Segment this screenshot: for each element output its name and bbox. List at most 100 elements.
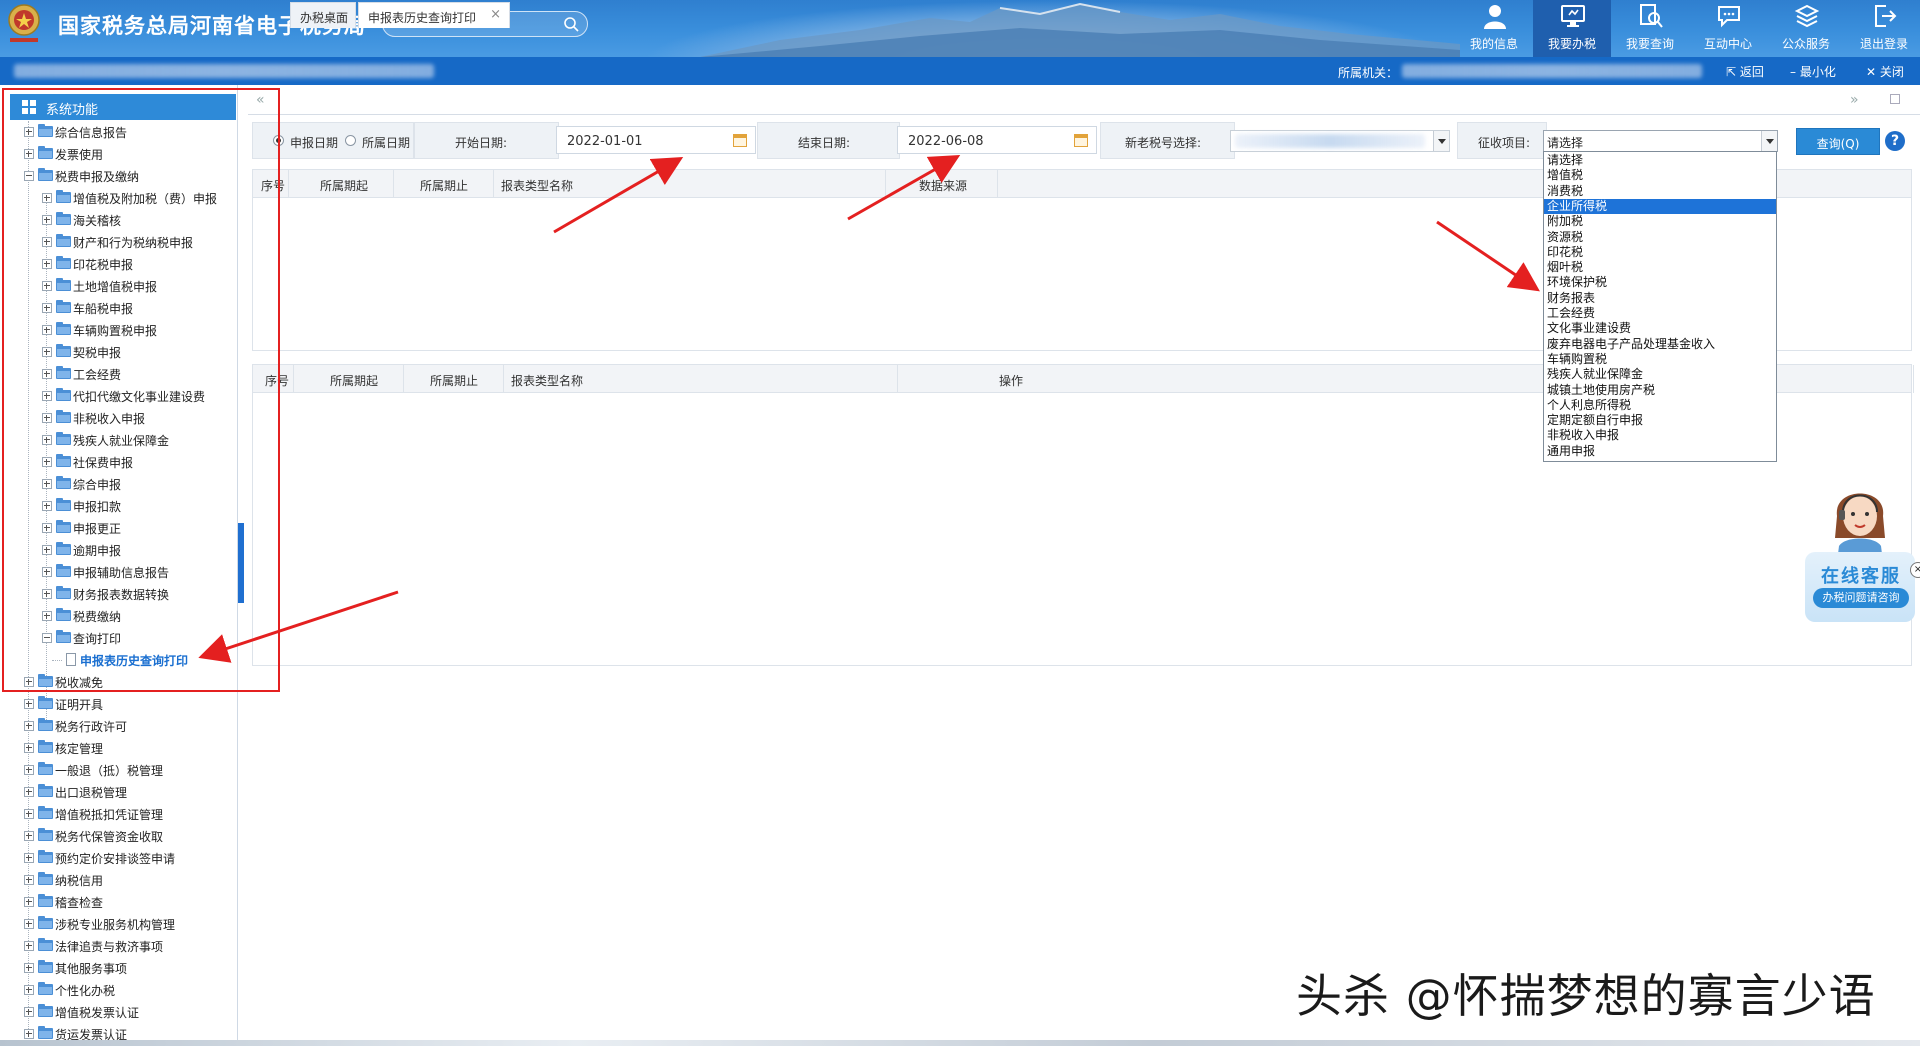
item-label-cell: 征收项目: (1457, 122, 1547, 159)
expand-plus-icon[interactable] (24, 875, 34, 885)
radio-period-date[interactable] (345, 135, 356, 146)
expand-plus-icon[interactable] (24, 699, 34, 709)
online-service-close-icon[interactable]: × (1910, 562, 1920, 578)
expand-plus-icon[interactable] (42, 237, 52, 247)
expand-plus-icon[interactable] (42, 413, 52, 423)
tab-scroll-left-icon[interactable]: « (256, 92, 265, 108)
tab-desktop[interactable]: 办税桌面 (290, 2, 356, 28)
expand-plus-icon[interactable] (42, 259, 52, 269)
dropdown-option[interactable]: 烟叶税 (1544, 260, 1776, 275)
expand-plus-icon[interactable] (42, 215, 52, 225)
expand-plus-icon[interactable] (42, 325, 52, 335)
expand-plus-icon[interactable] (24, 721, 34, 731)
expand-plus-icon[interactable] (24, 1029, 34, 1039)
expand-plus-icon[interactable] (42, 501, 52, 511)
dropdown-option[interactable]: 印花税 (1544, 245, 1776, 260)
expand-plus-icon[interactable] (42, 303, 52, 313)
expand-plus-icon[interactable] (24, 677, 34, 687)
minimize-button[interactable]: – 最小化 (1790, 63, 1836, 80)
dropdown-option[interactable]: 请选择 (1544, 153, 1776, 168)
expand-plus-icon[interactable] (42, 479, 52, 489)
return-button[interactable]: ⇱ 返回 (1726, 63, 1764, 80)
nav-interaction[interactable]: 互动中心 (1689, 0, 1767, 57)
nav-do-tax[interactable]: 我要办税 (1533, 0, 1611, 57)
tax-item-dropdown-list[interactable]: 请选择 增值税 消费税 企业所得税 附加税 资源税 印花税 烟叶税 环境保护税 财务报表 工会经费文… (1543, 151, 1777, 462)
nav-public-service[interactable]: 公众服务 (1767, 0, 1845, 57)
expand-plus-icon[interactable] (24, 941, 34, 951)
expand-plus-icon[interactable] (24, 831, 34, 841)
dropdown-option[interactable]: 资源税 (1544, 230, 1776, 245)
dropdown-option[interactable]: 企业所得税 (1544, 198, 1776, 214)
expand-plus-icon[interactable] (42, 567, 52, 577)
expand-plus-icon[interactable] (24, 787, 34, 797)
dropdown-option[interactable]: 消费税 (1544, 184, 1776, 199)
expand-plus-icon[interactable] (42, 281, 52, 291)
dropdown-option[interactable]: 财务报表 (1544, 291, 1776, 306)
nav-query[interactable]: 我要查询 (1611, 0, 1689, 57)
expand-plus-icon[interactable] (42, 523, 52, 533)
dropdown-option[interactable]: 通用申报 (1544, 444, 1776, 459)
online-service-widget[interactable]: 在线客服 办税问题请咨询 × (1805, 470, 1920, 622)
dropdown-option[interactable]: 车辆购置税 (1544, 352, 1776, 367)
chevron-down-icon[interactable] (1433, 131, 1449, 151)
taxno-select[interactable] (1230, 130, 1450, 152)
expand-plus-icon[interactable] (42, 545, 52, 555)
tax-item-select[interactable]: 请选择 (1543, 130, 1778, 152)
radio-declare-date[interactable] (273, 135, 284, 146)
expand-plus-icon[interactable] (24, 1007, 34, 1017)
expand-plus-icon[interactable] (24, 127, 34, 137)
dropdown-option[interactable]: 文化事业建设费 (1544, 321, 1776, 336)
expand-plus-icon[interactable] (42, 347, 52, 357)
collapse-minus-icon[interactable] (42, 633, 52, 643)
query-button[interactable]: 查询(Q) (1796, 128, 1880, 155)
expand-plus-icon[interactable] (24, 765, 34, 775)
expand-plus-icon[interactable] (42, 435, 52, 445)
tab-close-icon[interactable]: × (490, 7, 501, 22)
online-service-subtitle[interactable]: 办税问题请咨询 (1813, 588, 1909, 608)
sidebar-collapse-handle[interactable] (238, 523, 244, 603)
help-icon[interactable]: ? (1885, 131, 1905, 151)
expand-plus-icon[interactable] (24, 897, 34, 907)
expand-plus-icon[interactable] (24, 743, 34, 753)
tab-scroll-right-icon[interactable]: » (1850, 92, 1859, 108)
tab-history-print[interactable]: 申报表历史查询打印 × (358, 2, 510, 28)
nav-logout[interactable]: 退出登录 (1845, 0, 1920, 57)
expand-plus-icon[interactable] (42, 193, 52, 203)
chevron-down-icon[interactable] (1761, 131, 1777, 151)
expand-plus-icon[interactable] (42, 457, 52, 467)
expand-plus-icon[interactable] (42, 369, 52, 379)
search-icon[interactable] (563, 16, 579, 32)
dropdown-option[interactable]: 残疾人就业保障金 (1544, 367, 1776, 382)
dropdown-option[interactable]: 工会经费 (1544, 306, 1776, 321)
collapse-minus-icon[interactable] (24, 171, 34, 181)
expand-plus-icon[interactable] (24, 809, 34, 819)
close-button[interactable]: ✕ 关闭 (1866, 63, 1904, 80)
expand-plus-icon[interactable] (24, 853, 34, 863)
dropdown-option[interactable]: 定期定额自行申报 (1544, 413, 1776, 428)
dropdown-option[interactable]: 附加税 (1544, 214, 1776, 229)
tree-item-label: 车辆购置税申报 (73, 324, 158, 338)
sidebar-header[interactable]: 系统功能 (10, 94, 236, 120)
dropdown-option[interactable]: 个人利息所得税 (1544, 398, 1776, 413)
folder-icon (38, 806, 53, 819)
nav-my-info[interactable]: 我的信息 (1455, 0, 1533, 57)
calendar-icon[interactable] (1074, 134, 1088, 147)
column-separator (403, 365, 404, 393)
expand-plus-icon[interactable] (24, 963, 34, 973)
end-date-input[interactable]: 2022-06-08 (897, 126, 1097, 154)
expand-plus-icon[interactable] (24, 149, 34, 159)
dropdown-option[interactable]: 城镇土地使用房产税 (1544, 383, 1776, 398)
expand-plus-icon[interactable] (42, 611, 52, 621)
dropdown-option[interactable]: 增值税 (1544, 168, 1776, 183)
expand-plus-icon[interactable] (24, 985, 34, 995)
sidebar: 系统功能 综合信息报告 发票使用 税费申报及缴纳 增值税及附加税（费）申报 海关稽核 财产… (0, 85, 238, 1046)
expand-plus-icon[interactable] (42, 391, 52, 401)
calendar-icon[interactable] (733, 134, 747, 147)
dropdown-option[interactable]: 非税收入申报 (1544, 428, 1776, 443)
expand-plus-icon[interactable] (24, 919, 34, 929)
start-date-input[interactable]: 2022-01-01 (556, 126, 756, 154)
tab-menu-icon[interactable] (1890, 94, 1900, 104)
dropdown-option[interactable]: 环境保护税 (1544, 275, 1776, 290)
dropdown-option[interactable]: 废弃电器电子产品处理基金收入 (1544, 337, 1776, 352)
expand-plus-icon[interactable] (42, 589, 52, 599)
